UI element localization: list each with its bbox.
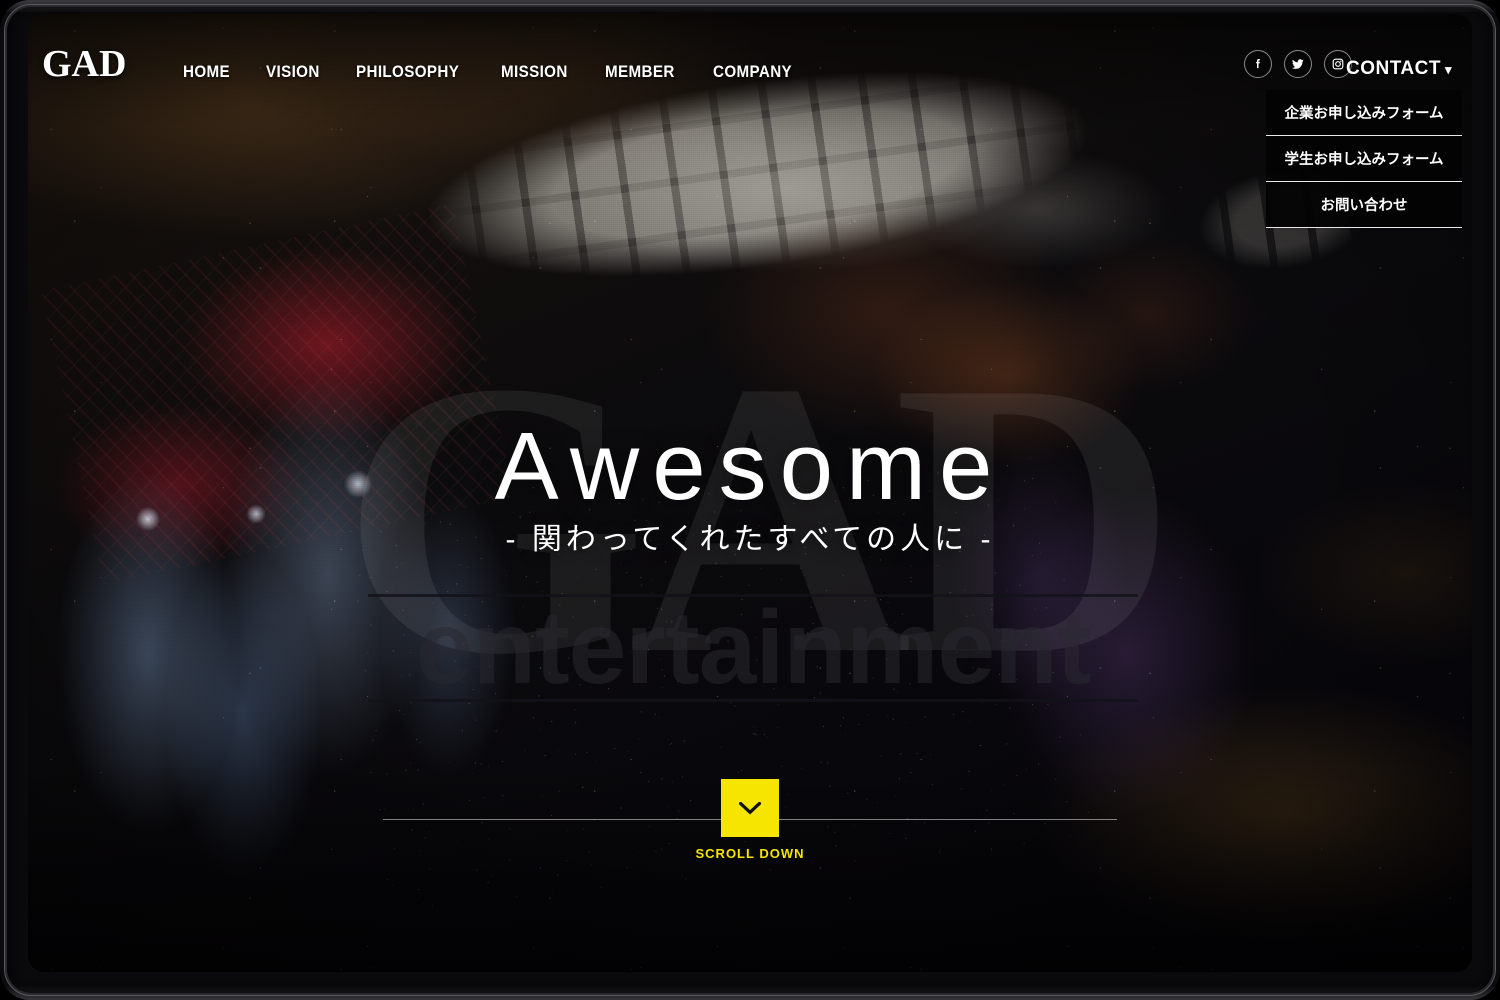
contact-dropdown-toggle[interactable]: CONTACT ▾ <box>1256 58 1452 80</box>
entertainment-rule-bottom <box>368 699 1138 702</box>
browser-viewport: GAD entertainment Awesome - 関わってくれたすべての人… <box>28 14 1472 972</box>
contact-menu-item-corporate-form[interactable]: 企業お申し込みフォーム <box>1266 90 1462 136</box>
nav-item-company[interactable]: COMPANY <box>713 63 792 82</box>
nav-item-member[interactable]: MEMBER <box>605 63 675 82</box>
site-header: GAD HOME VISION PHILOSOPHY MISSION MEMBE… <box>28 14 1472 228</box>
chevron-down-icon: ▾ <box>1444 62 1452 77</box>
bezel-bottom <box>0 986 1500 1000</box>
nav-item-vision[interactable]: VISION <box>266 63 320 82</box>
device-frame: GAD entertainment Awesome - 関わってくれたすべての人… <box>0 0 1500 1000</box>
scroll-down-button[interactable] <box>721 779 779 837</box>
contact-menu-item-inquiry[interactable]: お問い合わせ <box>1266 182 1462 228</box>
hero-subtitle: - 関わってくれたすべての人に - <box>505 523 995 556</box>
hero-title: Awesome <box>494 413 1006 520</box>
nav-item-home[interactable]: HOME <box>183 63 230 82</box>
contact-toggle-label: CONTACT <box>1346 58 1441 79</box>
site-logo[interactable]: GAD <box>42 42 126 86</box>
bezel-top <box>0 0 1500 12</box>
contact-dropdown: CONTACT ▾ 企業お申し込みフォーム 学生お申し込みフォーム お問い合わせ <box>1256 58 1462 228</box>
entertainment-word: entertainment <box>415 590 1092 706</box>
entertainment-band: entertainment <box>368 582 1138 712</box>
main-navigation: HOME VISION PHILOSOPHY MISSION MEMBER CO… <box>183 63 799 82</box>
nav-item-mission[interactable]: MISSION <box>501 63 568 82</box>
contact-dropdown-menu: 企業お申し込みフォーム 学生お申し込みフォーム お問い合わせ <box>1266 90 1462 228</box>
nav-item-philosophy[interactable]: PHILOSOPHY <box>356 63 459 82</box>
scroll-down-zone: SCROLL DOWN <box>28 774 1472 884</box>
contact-menu-item-student-form[interactable]: 学生お申し込みフォーム <box>1266 136 1462 182</box>
chevron-down-icon <box>739 801 761 814</box>
scroll-down-label: SCROLL DOWN <box>695 846 805 861</box>
